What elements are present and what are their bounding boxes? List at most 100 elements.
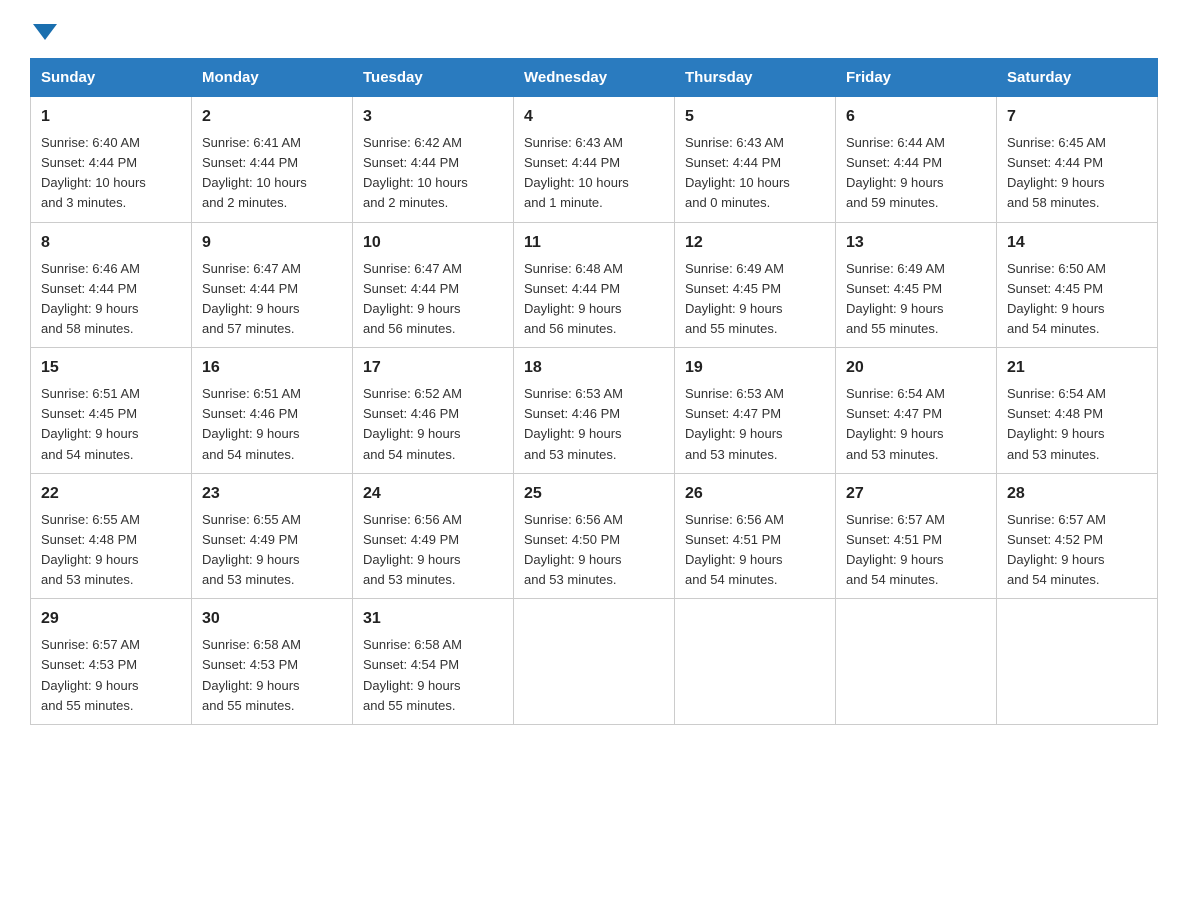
week-row-5: 29 Sunrise: 6:57 AMSunset: 4:53 PMDaylig… [31,599,1158,725]
day-info: Sunrise: 6:43 AMSunset: 4:44 PMDaylight:… [685,133,825,214]
day-number: 18 [524,356,664,380]
day-info: Sunrise: 6:40 AMSunset: 4:44 PMDaylight:… [41,133,181,214]
day-info: Sunrise: 6:45 AMSunset: 4:44 PMDaylight:… [1007,133,1147,214]
day-number: 11 [524,231,664,255]
day-info: Sunrise: 6:44 AMSunset: 4:44 PMDaylight:… [846,133,986,214]
page-header [30,20,1158,40]
day-info: Sunrise: 6:53 AMSunset: 4:46 PMDaylight:… [524,384,664,465]
header-cell-saturday: Saturday [997,59,1158,97]
day-number: 1 [41,105,181,129]
day-info: Sunrise: 6:47 AMSunset: 4:44 PMDaylight:… [363,259,503,340]
calendar-body: 1 Sunrise: 6:40 AMSunset: 4:44 PMDayligh… [31,97,1158,725]
day-info: Sunrise: 6:43 AMSunset: 4:44 PMDaylight:… [524,133,664,214]
day-number: 20 [846,356,986,380]
day-number: 21 [1007,356,1147,380]
calendar-cell: 9 Sunrise: 6:47 AMSunset: 4:44 PMDayligh… [192,222,353,348]
day-number: 22 [41,482,181,506]
calendar-header: SundayMondayTuesdayWednesdayThursdayFrid… [31,59,1158,97]
day-info: Sunrise: 6:54 AMSunset: 4:48 PMDaylight:… [1007,384,1147,465]
calendar-cell: 29 Sunrise: 6:57 AMSunset: 4:53 PMDaylig… [31,599,192,725]
calendar-cell: 8 Sunrise: 6:46 AMSunset: 4:44 PMDayligh… [31,222,192,348]
calendar-cell: 20 Sunrise: 6:54 AMSunset: 4:47 PMDaylig… [836,348,997,474]
day-number: 8 [41,231,181,255]
calendar-cell: 31 Sunrise: 6:58 AMSunset: 4:54 PMDaylig… [353,599,514,725]
day-number: 6 [846,105,986,129]
day-number: 3 [363,105,503,129]
day-info: Sunrise: 6:48 AMSunset: 4:44 PMDaylight:… [524,259,664,340]
day-number: 30 [202,607,342,631]
calendar-cell: 2 Sunrise: 6:41 AMSunset: 4:44 PMDayligh… [192,97,353,223]
calendar-cell: 22 Sunrise: 6:55 AMSunset: 4:48 PMDaylig… [31,473,192,599]
day-info: Sunrise: 6:49 AMSunset: 4:45 PMDaylight:… [846,259,986,340]
calendar-cell: 17 Sunrise: 6:52 AMSunset: 4:46 PMDaylig… [353,348,514,474]
day-number: 28 [1007,482,1147,506]
day-number: 13 [846,231,986,255]
day-number: 27 [846,482,986,506]
day-number: 10 [363,231,503,255]
header-row: SundayMondayTuesdayWednesdayThursdayFrid… [31,59,1158,97]
calendar-table: SundayMondayTuesdayWednesdayThursdayFrid… [30,58,1158,725]
week-row-2: 8 Sunrise: 6:46 AMSunset: 4:44 PMDayligh… [31,222,1158,348]
day-number: 5 [685,105,825,129]
day-info: Sunrise: 6:52 AMSunset: 4:46 PMDaylight:… [363,384,503,465]
day-info: Sunrise: 6:54 AMSunset: 4:47 PMDaylight:… [846,384,986,465]
calendar-cell: 16 Sunrise: 6:51 AMSunset: 4:46 PMDaylig… [192,348,353,474]
day-number: 25 [524,482,664,506]
day-info: Sunrise: 6:56 AMSunset: 4:49 PMDaylight:… [363,510,503,591]
day-number: 17 [363,356,503,380]
calendar-cell: 6 Sunrise: 6:44 AMSunset: 4:44 PMDayligh… [836,97,997,223]
day-number: 29 [41,607,181,631]
calendar-cell [514,599,675,725]
day-number: 26 [685,482,825,506]
header-cell-wednesday: Wednesday [514,59,675,97]
day-number: 19 [685,356,825,380]
calendar-cell: 18 Sunrise: 6:53 AMSunset: 4:46 PMDaylig… [514,348,675,474]
calendar-cell: 10 Sunrise: 6:47 AMSunset: 4:44 PMDaylig… [353,222,514,348]
calendar-cell [836,599,997,725]
day-number: 14 [1007,231,1147,255]
calendar-cell: 30 Sunrise: 6:58 AMSunset: 4:53 PMDaylig… [192,599,353,725]
day-number: 31 [363,607,503,631]
calendar-cell: 24 Sunrise: 6:56 AMSunset: 4:49 PMDaylig… [353,473,514,599]
day-number: 12 [685,231,825,255]
day-info: Sunrise: 6:55 AMSunset: 4:48 PMDaylight:… [41,510,181,591]
day-info: Sunrise: 6:56 AMSunset: 4:51 PMDaylight:… [685,510,825,591]
day-info: Sunrise: 6:49 AMSunset: 4:45 PMDaylight:… [685,259,825,340]
header-cell-tuesday: Tuesday [353,59,514,97]
day-info: Sunrise: 6:53 AMSunset: 4:47 PMDaylight:… [685,384,825,465]
calendar-cell: 25 Sunrise: 6:56 AMSunset: 4:50 PMDaylig… [514,473,675,599]
day-info: Sunrise: 6:41 AMSunset: 4:44 PMDaylight:… [202,133,342,214]
week-row-3: 15 Sunrise: 6:51 AMSunset: 4:45 PMDaylig… [31,348,1158,474]
calendar-cell: 21 Sunrise: 6:54 AMSunset: 4:48 PMDaylig… [997,348,1158,474]
day-info: Sunrise: 6:42 AMSunset: 4:44 PMDaylight:… [363,133,503,214]
day-info: Sunrise: 6:55 AMSunset: 4:49 PMDaylight:… [202,510,342,591]
header-cell-monday: Monday [192,59,353,97]
calendar-cell [997,599,1158,725]
day-info: Sunrise: 6:46 AMSunset: 4:44 PMDaylight:… [41,259,181,340]
day-number: 24 [363,482,503,506]
day-info: Sunrise: 6:58 AMSunset: 4:53 PMDaylight:… [202,635,342,716]
day-number: 16 [202,356,342,380]
day-info: Sunrise: 6:56 AMSunset: 4:50 PMDaylight:… [524,510,664,591]
calendar-cell: 13 Sunrise: 6:49 AMSunset: 4:45 PMDaylig… [836,222,997,348]
day-number: 4 [524,105,664,129]
logo-blue-part [30,20,57,40]
calendar-cell: 7 Sunrise: 6:45 AMSunset: 4:44 PMDayligh… [997,97,1158,223]
day-info: Sunrise: 6:51 AMSunset: 4:46 PMDaylight:… [202,384,342,465]
calendar-cell: 27 Sunrise: 6:57 AMSunset: 4:51 PMDaylig… [836,473,997,599]
logo [30,20,57,40]
day-number: 23 [202,482,342,506]
calendar-cell [675,599,836,725]
calendar-cell: 11 Sunrise: 6:48 AMSunset: 4:44 PMDaylig… [514,222,675,348]
day-info: Sunrise: 6:51 AMSunset: 4:45 PMDaylight:… [41,384,181,465]
header-cell-thursday: Thursday [675,59,836,97]
calendar-cell: 3 Sunrise: 6:42 AMSunset: 4:44 PMDayligh… [353,97,514,223]
week-row-4: 22 Sunrise: 6:55 AMSunset: 4:48 PMDaylig… [31,473,1158,599]
day-info: Sunrise: 6:57 AMSunset: 4:52 PMDaylight:… [1007,510,1147,591]
header-cell-sunday: Sunday [31,59,192,97]
calendar-cell: 28 Sunrise: 6:57 AMSunset: 4:52 PMDaylig… [997,473,1158,599]
week-row-1: 1 Sunrise: 6:40 AMSunset: 4:44 PMDayligh… [31,97,1158,223]
calendar-cell: 12 Sunrise: 6:49 AMSunset: 4:45 PMDaylig… [675,222,836,348]
day-number: 2 [202,105,342,129]
day-number: 15 [41,356,181,380]
